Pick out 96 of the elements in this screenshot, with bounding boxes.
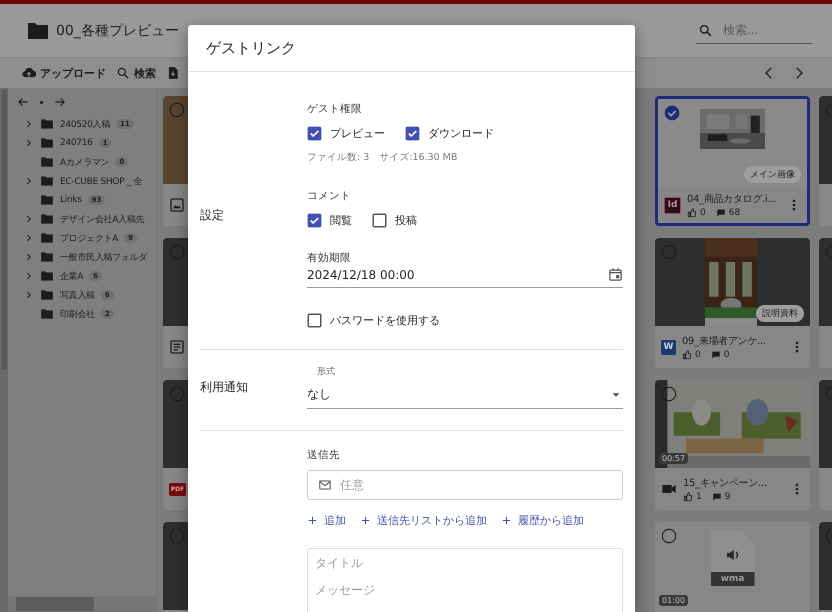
comment-count: 68 (728, 208, 740, 218)
dialog-title: ゲストリンク (188, 25, 635, 72)
checkbox-label[interactable]: ダウンロード (428, 126, 494, 141)
section-label: 設定 (200, 206, 224, 224)
folder-name[interactable]: 企業A (60, 270, 84, 282)
checkbox-label[interactable]: パスワードを使用する (330, 313, 440, 328)
checked-checkbox[interactable] (307, 213, 322, 228)
folder-icon (40, 307, 54, 321)
comment-icon[interactable] (716, 208, 726, 218)
indesign-file-icon: Id (664, 196, 681, 214)
field-label: 有効期限 (307, 251, 352, 265)
checkbox-label[interactable]: 閲覧 (330, 213, 352, 228)
search-icon (116, 66, 130, 80)
audio-file-icon: wma (710, 530, 754, 586)
folder-name[interactable]: 一般市民入稿フォルダ (60, 250, 148, 264)
horizontal-scrollbar[interactable] (8, 596, 156, 612)
add-link[interactable]: 追加 (307, 513, 346, 528)
field-label: ゲスト権限 (307, 102, 363, 116)
upload-icon (22, 66, 36, 80)
folder-name[interactable]: 240716 (60, 138, 93, 148)
folder-name[interactable]: 印刷会社 (60, 308, 95, 320)
file-name[interactable]: 04_商品カタログ.i... (687, 192, 781, 206)
field-label: コメント (307, 189, 352, 203)
search-button[interactable]: 検索 (116, 66, 156, 80)
file-card[interactable]: メイン画像 Id 04_商品カタログ.i... 0 68 (655, 96, 810, 226)
plus-icon (501, 515, 512, 526)
message-box[interactable]: タイトル メッセージ (307, 548, 623, 612)
folder-name[interactable]: デザイン会社A入稿先 (60, 212, 144, 226)
folder-title: 00_各種プレビュー (56, 22, 179, 40)
scrollbar[interactable] (2, 90, 6, 370)
duration-label: 00:57 (659, 453, 688, 464)
file-name[interactable]: 09_来場者アンケ... (682, 334, 784, 348)
folder-icon (40, 136, 54, 150)
file-card[interactable]: 00:57 15_キャンペーン... 1 9 (655, 380, 810, 510)
checked-checkbox[interactable] (307, 126, 322, 141)
checkbox[interactable] (372, 213, 387, 228)
section-label: 利用通知 (200, 378, 248, 396)
document-icon[interactable] (166, 66, 180, 80)
format-dropdown[interactable]: なし (307, 378, 623, 409)
checked-circle-icon[interactable] (664, 105, 680, 121)
like-count: 1 (696, 492, 702, 502)
calendar-icon[interactable] (608, 267, 623, 282)
field-label: 形式 (316, 366, 336, 378)
image-icon (169, 197, 185, 213)
file-card[interactable]: wma 01:00 (655, 522, 810, 612)
folder-name[interactable]: Aカメラマン (60, 156, 110, 168)
folder-icon (40, 288, 54, 302)
folder-icon (40, 193, 54, 207)
file-name[interactable]: 15_キャンペーン... (683, 476, 784, 490)
file-card[interactable]: 説明資料 W 09_来場者アンケ... 0 0 (655, 238, 810, 368)
separator-dot (40, 100, 43, 104)
search-icon (698, 22, 713, 38)
comment-icon[interactable] (712, 492, 722, 502)
comment-count: 9 (724, 492, 730, 502)
add-link[interactable]: 送信先リストから追加 (360, 513, 487, 528)
tag-badge: メイン画像 (744, 166, 801, 183)
like-count: 0 (695, 350, 701, 360)
checkbox[interactable] (307, 313, 322, 328)
date-field[interactable]: 2024/12/18 00:00 (307, 265, 623, 288)
thumbs-up-icon[interactable] (687, 208, 697, 218)
thumbs-up-icon[interactable] (683, 492, 693, 502)
file-count: ファイル数: 3 (307, 151, 370, 164)
comment-icon[interactable] (710, 350, 721, 360)
folder-icon (40, 231, 54, 245)
search-field[interactable]: 検索... (696, 18, 812, 44)
duration-label: 01:00 (659, 595, 688, 606)
folder-name[interactable]: 240520入稿 (60, 118, 110, 130)
folder-name[interactable]: プロジェクトA (60, 232, 118, 244)
plus-icon (360, 515, 371, 526)
recipient-field[interactable]: 任意 (307, 470, 623, 500)
file-size: サイズ:16.30 MB (379, 151, 458, 164)
comment-count: 0 (724, 350, 730, 360)
folder-icon (40, 250, 54, 264)
upload-button[interactable]: アップロード (22, 66, 106, 80)
tag-badge: 説明資料 (756, 305, 804, 322)
checked-checkbox[interactable] (405, 126, 420, 141)
plus-icon (307, 515, 318, 526)
folder-icon (40, 269, 54, 283)
word-file-icon: W (661, 340, 676, 354)
folder-name[interactable]: Links (60, 195, 82, 205)
folder-name[interactable]: EC-CUBE SHOP _ 全 (60, 174, 142, 188)
checkbox-label[interactable]: プレビュー (330, 126, 385, 141)
select-circle-icon[interactable] (661, 528, 677, 544)
add-link[interactable]: 履歴から追加 (501, 513, 584, 528)
mail-icon (318, 478, 332, 492)
field-label: 送信先 (307, 448, 341, 462)
folder-name[interactable]: 写真入稿 (60, 288, 95, 302)
folder-icon (40, 155, 54, 169)
folder-icon (40, 174, 54, 188)
checkbox-label[interactable]: 投稿 (395, 213, 417, 228)
folder-icon (40, 117, 54, 131)
folder-icon (40, 212, 54, 226)
select-circle-icon[interactable] (661, 386, 677, 402)
thumbs-up-icon[interactable] (682, 350, 692, 360)
like-count: 0 (700, 208, 706, 218)
document-icon (169, 339, 185, 355)
